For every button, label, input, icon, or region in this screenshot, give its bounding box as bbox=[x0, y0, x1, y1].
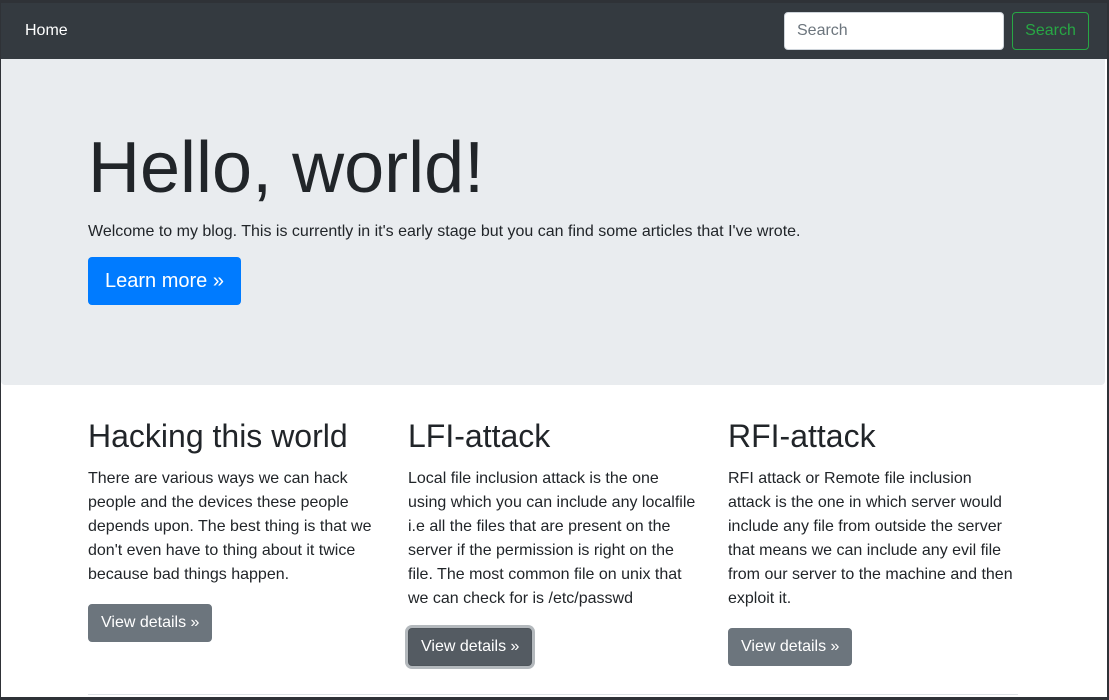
navbar: Home Search bbox=[1, 3, 1107, 59]
search-input[interactable] bbox=[784, 12, 1004, 50]
article-summary: There are various ways we can hack peopl… bbox=[88, 470, 372, 583]
article-column-hacking: Hacking this world There are various way… bbox=[88, 417, 378, 642]
hero-lead-text: Welcome to my blog. This is currently in… bbox=[88, 223, 801, 240]
article-title: Hacking this world bbox=[88, 418, 348, 454]
view-details-button[interactable]: View details » bbox=[408, 628, 533, 666]
content-divider bbox=[88, 694, 1018, 695]
article-title: LFI-attack bbox=[408, 418, 551, 454]
article-column-lfi: LFI-attack Local file inclusion attack i… bbox=[408, 417, 698, 666]
view-details-button[interactable]: View details » bbox=[728, 628, 853, 666]
browser-viewport: Home Search Hello, world! Welcome to my … bbox=[1, 3, 1107, 697]
article-title: RFI-attack bbox=[728, 418, 876, 454]
hero-title: Hello, world! bbox=[88, 128, 485, 208]
view-details-button[interactable]: View details » bbox=[88, 604, 213, 642]
article-column-rfi: RFI-attack RFI attack or Remote file inc… bbox=[728, 417, 1018, 666]
learn-more-button[interactable]: Learn more » bbox=[88, 257, 241, 305]
nav-home-link[interactable]: Home bbox=[25, 21, 68, 41]
search-button[interactable]: Search bbox=[1012, 12, 1089, 50]
article-summary: RFI attack or Remote file inclusion atta… bbox=[728, 470, 1013, 607]
jumbotron: Hello, world! Welcome to my blog. This i… bbox=[1, 59, 1105, 385]
article-summary: Local file inclusion attack is the one u… bbox=[408, 470, 696, 607]
